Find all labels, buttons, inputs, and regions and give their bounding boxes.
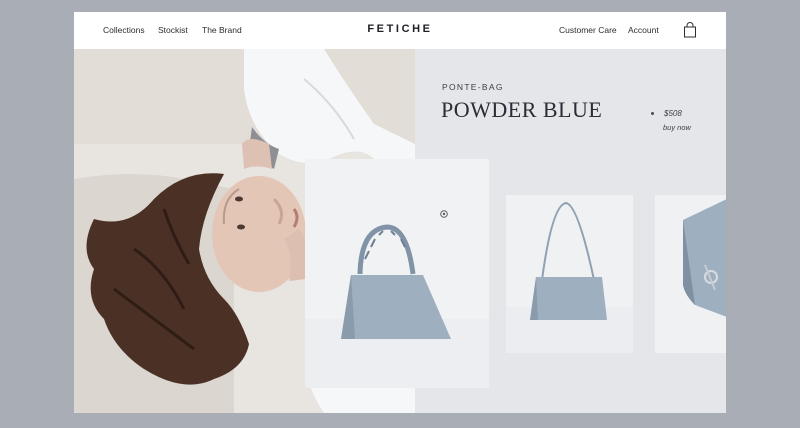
product-subtitle: PONTE-BAG [442, 82, 504, 92]
nav-collections[interactable]: Collections [103, 25, 145, 35]
product-title: POWDER BLUE [441, 97, 603, 122]
product-image-main[interactable] [305, 159, 489, 388]
bag-strap-image [506, 195, 633, 353]
product-image-shoulder[interactable] [506, 195, 633, 353]
nav-account[interactable]: Account [628, 25, 659, 35]
nav-the-brand[interactable]: The Brand [202, 25, 242, 35]
top-nav: Collections Stockist The Brand FETICHE C… [74, 12, 726, 49]
nav-stockist[interactable]: Stockist [158, 25, 188, 35]
nav-customer-care[interactable]: Customer Care [559, 25, 617, 35]
zoom-icon[interactable] [439, 209, 449, 219]
page-frame: Collections Stockist The Brand FETICHE C… [74, 12, 726, 413]
product-price: $508 [664, 109, 682, 118]
bag-front-image [305, 159, 489, 388]
shopping-bag-icon[interactable] [683, 22, 697, 38]
bullet-dot [651, 112, 654, 115]
bag-detail-image [655, 195, 726, 353]
buy-now-link[interactable]: buy now [663, 123, 691, 132]
product-image-detail[interactable] [655, 195, 726, 353]
